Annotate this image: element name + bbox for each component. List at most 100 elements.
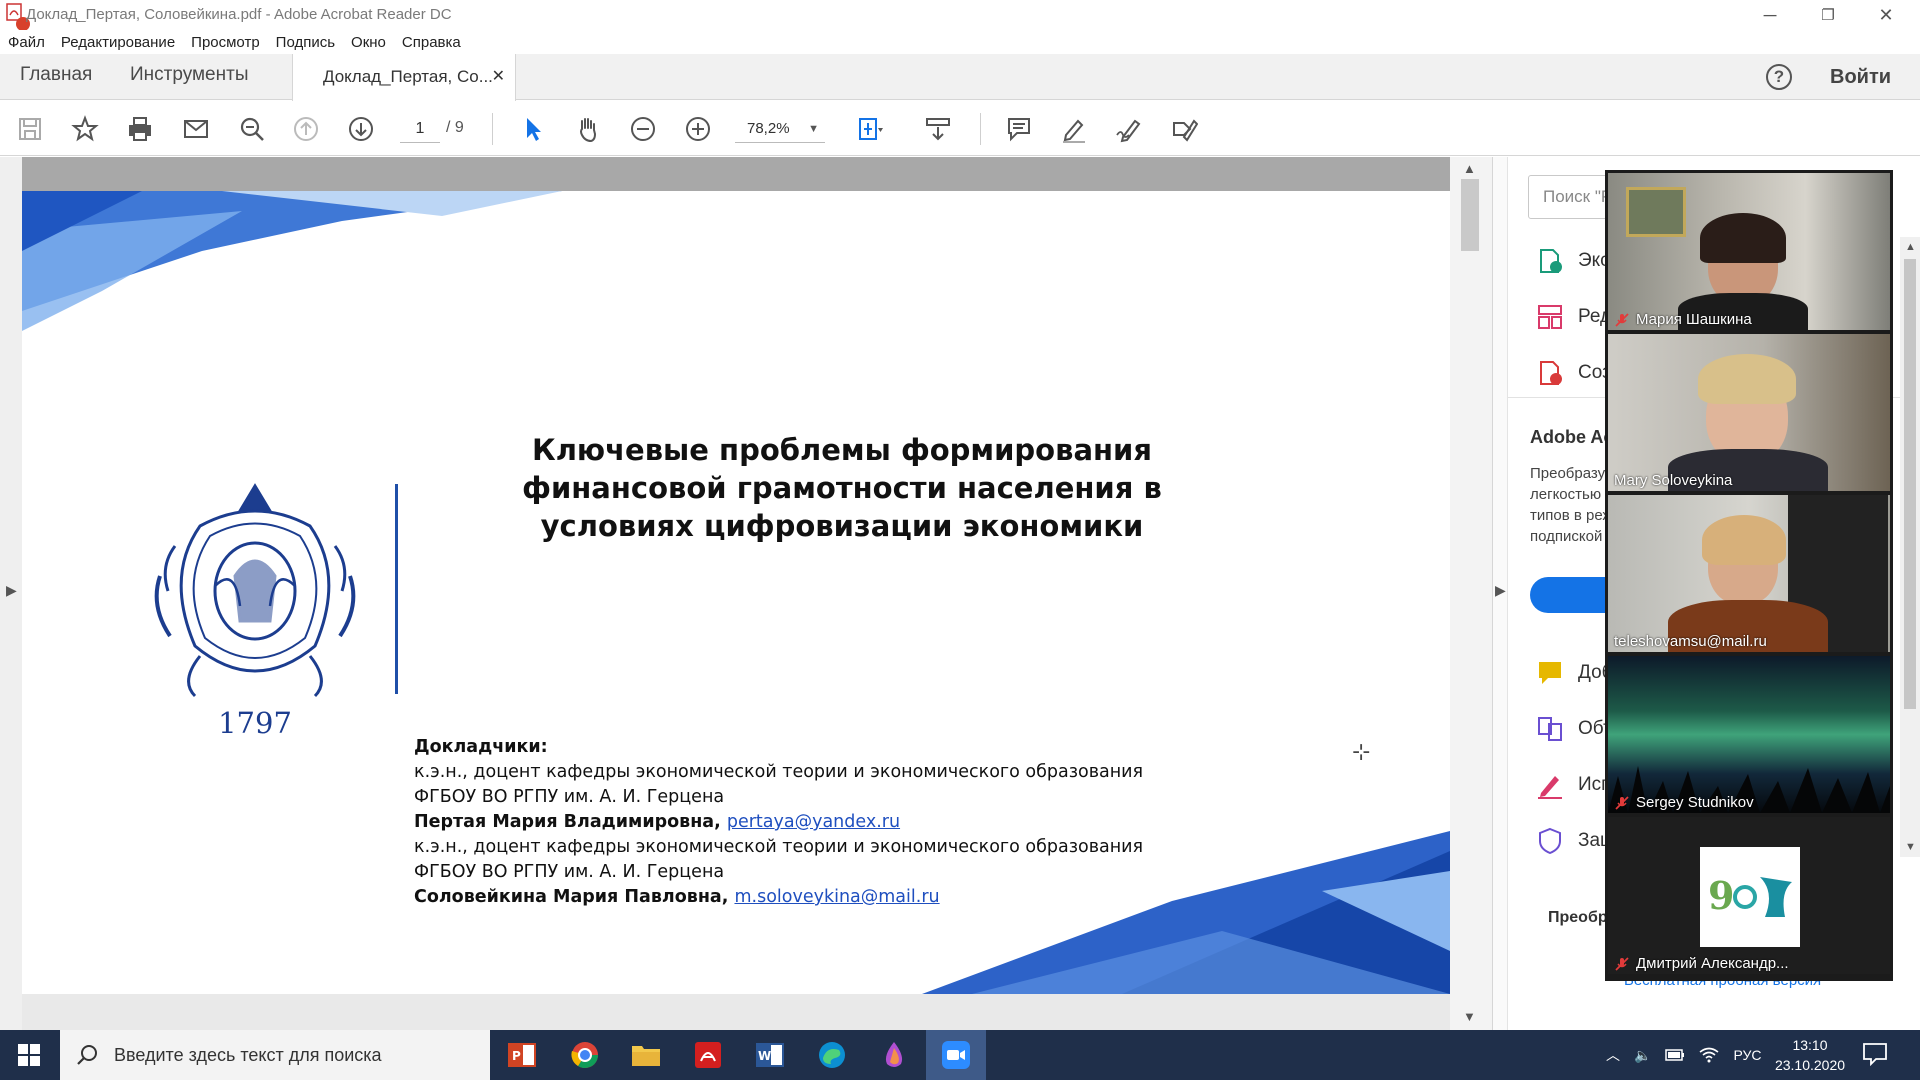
menu-window[interactable]: Окно xyxy=(343,34,394,51)
shield-icon xyxy=(1539,827,1561,855)
zoom-search-icon[interactable] xyxy=(236,113,268,145)
svg-text:W: W xyxy=(758,1049,771,1063)
toolbar-divider xyxy=(980,113,981,145)
create-pdf-icon xyxy=(1540,361,1562,385)
fit-page-icon[interactable] xyxy=(854,113,886,145)
taskbar-acrobat-icon[interactable] xyxy=(678,1030,738,1080)
close-tab-icon[interactable]: ✕ xyxy=(492,66,505,86)
scroll-down-icon[interactable]: ▼ xyxy=(1905,841,1916,853)
scroll-up-icon[interactable]: ▲ xyxy=(1463,161,1476,176)
taskbar-word-icon[interactable]: W xyxy=(740,1030,800,1080)
author1-org: ФГБОУ ВО РГПУ им. А. И. Герцена xyxy=(414,787,725,807)
scrollbar-thumb[interactable] xyxy=(1904,259,1916,709)
expand-left-icon: ▶ xyxy=(6,582,17,598)
taskbar-search[interactable]: Введите здесь текст для поиска xyxy=(60,1030,490,1080)
participant-tile[interactable]: teleshovamsu@mail.ru xyxy=(1608,495,1890,652)
toolbar: 1 / 9 78,2% ▼ xyxy=(0,101,1920,156)
toolbar-divider xyxy=(492,113,493,145)
scrollbar-thumb[interactable] xyxy=(1461,179,1479,251)
tab-document[interactable]: Доклад_Пертая, Со... ✕ xyxy=(292,54,516,101)
participant-name-text: Sergey Studnikov xyxy=(1636,794,1754,811)
volume-icon[interactable]: 🔈 xyxy=(1634,1047,1651,1064)
fill-sign-icon[interactable] xyxy=(1168,113,1200,145)
scroll-mode-icon[interactable] xyxy=(922,113,954,145)
participant-tile[interactable]: Sergey Studnikov xyxy=(1608,656,1890,813)
clock-date: 23.10.2020 xyxy=(1774,1057,1846,1073)
participant-name: Дмитрий Александр... xyxy=(1614,955,1789,972)
page-down-icon[interactable] xyxy=(345,113,377,145)
tab-home[interactable]: Главная xyxy=(20,64,92,86)
aurora-background xyxy=(1608,766,1890,813)
menu-bar: Файл Редактирование Просмотр Подпись Окн… xyxy=(0,30,1920,54)
signin-button[interactable]: Войти xyxy=(1830,66,1891,89)
tools-pane-scrollbar[interactable]: ▲ ▼ xyxy=(1900,237,1920,857)
participant-tile-active-speaker[interactable]: Mary Soloveykina xyxy=(1608,334,1890,491)
zoom-out-icon[interactable] xyxy=(627,113,659,145)
close-window-button[interactable]: ✕ xyxy=(1858,0,1914,30)
video-feed xyxy=(1608,656,1890,813)
minimize-button[interactable]: ─ xyxy=(1742,0,1798,30)
author2-email-link[interactable]: m.soloveykina@mail.ru xyxy=(734,887,939,907)
menu-view[interactable]: Просмотр xyxy=(183,34,268,51)
participant-tile[interactable]: 9 Дмитрий Александр... xyxy=(1608,817,1890,974)
email-icon[interactable] xyxy=(180,113,212,145)
taskbar-chrome-icon[interactable] xyxy=(555,1030,615,1080)
participant-name: Мария Шашкина xyxy=(1614,311,1752,328)
help-icon[interactable]: ? xyxy=(1766,64,1792,90)
tool-fill-sign[interactable]: Исп xyxy=(1536,771,1611,799)
document-viewer[interactable]: ▶ 1797 Ключевые проблемы формирования фи… xyxy=(0,157,1492,1030)
keyboard-language[interactable]: РУС xyxy=(1733,1047,1761,1063)
participant-name: Sergey Studnikov xyxy=(1614,794,1754,811)
zoom-value: 78,2% xyxy=(747,120,790,137)
slide-divider-line xyxy=(395,484,398,694)
left-panel-toggle[interactable]: ▶ xyxy=(0,157,22,1030)
slide-top-decoration xyxy=(22,191,562,331)
participant-name-text: Дмитрий Александр... xyxy=(1636,955,1789,972)
taskbar-file-explorer-icon[interactable] xyxy=(616,1030,676,1080)
scroll-up-icon[interactable]: ▲ xyxy=(1905,241,1916,253)
tab-tools[interactable]: Инструменты xyxy=(130,64,248,86)
author2-org: ФГБОУ ВО РГПУ им. А. И. Герцена xyxy=(414,862,725,882)
taskbar-zoom-icon[interactable] xyxy=(926,1030,986,1080)
tool-add-comment[interactable]: Доб xyxy=(1536,659,1613,687)
page-up-icon[interactable] xyxy=(290,113,322,145)
zoom-in-icon[interactable] xyxy=(682,113,714,145)
zoom-level-select[interactable]: 78,2% ▼ xyxy=(735,115,825,143)
logo-year: 1797 xyxy=(218,706,292,740)
highlight-pen-icon[interactable] xyxy=(1058,113,1090,145)
save-icon[interactable] xyxy=(14,113,46,145)
taskbar-powerpoint-icon[interactable]: P xyxy=(492,1030,552,1080)
collapse-pane-icon[interactable]: ▶ xyxy=(1495,582,1506,599)
taskbar-clock[interactable]: 13:10 23.10.2020 xyxy=(1770,1035,1850,1075)
sign-pen-icon[interactable] xyxy=(1113,113,1145,145)
print-icon[interactable] xyxy=(124,113,156,145)
menu-sign[interactable]: Подпись xyxy=(268,34,343,51)
taskbar-paint-app-icon[interactable] xyxy=(864,1030,924,1080)
menu-edit[interactable]: Редактирование xyxy=(53,34,183,51)
menu-help[interactable]: Справка xyxy=(394,34,469,51)
taskbar-edge-icon[interactable] xyxy=(802,1030,862,1080)
menu-file[interactable]: Файл xyxy=(0,34,53,51)
tool-combine[interactable]: Объ xyxy=(1536,715,1615,743)
start-button[interactable] xyxy=(0,1030,58,1080)
document-scrollbar[interactable]: ▲ ▼ xyxy=(1450,157,1492,1030)
show-hidden-icons[interactable]: ︿ xyxy=(1606,1045,1620,1065)
participant-tile[interactable]: Мария Шашкина xyxy=(1608,173,1890,330)
clock-time: 13:10 xyxy=(1792,1037,1828,1053)
comment-icon[interactable] xyxy=(1003,113,1035,145)
edit-pdf-icon xyxy=(1538,305,1562,329)
restore-button[interactable]: ❐ xyxy=(1800,0,1856,30)
hand-tool-icon[interactable] xyxy=(572,113,604,145)
select-cursor-icon[interactable] xyxy=(517,113,549,145)
notification-center-icon[interactable] xyxy=(1862,1042,1888,1066)
bookmark-star-icon[interactable] xyxy=(69,113,101,145)
battery-icon[interactable] xyxy=(1665,1049,1685,1061)
author1-position: к.э.н., доцент кафедры экономической тео… xyxy=(414,762,1144,782)
wifi-icon[interactable] xyxy=(1699,1047,1719,1063)
windows-taskbar: Введите здесь текст для поиска P W ︿ 🔈 Р… xyxy=(0,1030,1920,1080)
scroll-down-icon[interactable]: ▼ xyxy=(1463,1009,1476,1024)
page-number-input[interactable]: 1 xyxy=(400,115,440,143)
author1-email-link[interactable]: pertaya@yandex.ru xyxy=(727,812,900,832)
taskbar-search-placeholder: Введите здесь текст для поиска xyxy=(114,1044,382,1065)
tool-protect[interactable]: Защ xyxy=(1536,827,1616,855)
